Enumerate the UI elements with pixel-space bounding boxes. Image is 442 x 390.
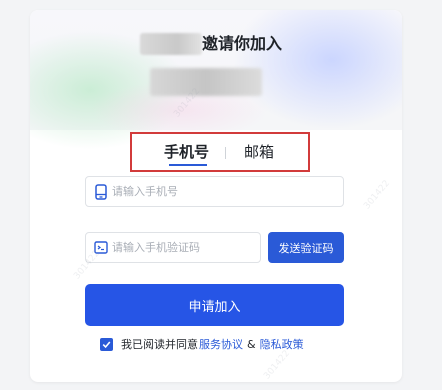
invite-title: 邀请你加入 xyxy=(202,34,283,53)
active-tab-indicator xyxy=(169,164,207,166)
watermark: 301422 xyxy=(262,348,293,382)
terms-of-service-link[interactable]: 服务协议 xyxy=(199,336,243,352)
tab-divider xyxy=(225,147,226,159)
login-method-tabs: 手机号 邮箱 xyxy=(130,132,310,172)
message-code-icon xyxy=(94,240,108,256)
verification-code-input[interactable] xyxy=(112,233,252,262)
apply-join-button[interactable]: 申请加入 xyxy=(85,284,344,326)
phone-input[interactable] xyxy=(112,177,332,206)
tab-email[interactable]: 邮箱 xyxy=(244,142,274,162)
send-code-button[interactable]: 发送验证码 xyxy=(268,232,344,263)
phone-icon xyxy=(94,184,108,200)
check-icon xyxy=(102,340,111,348)
redacted-inviter-name xyxy=(140,33,202,55)
agreement-ampersand: & xyxy=(247,337,256,351)
tab-phone[interactable]: 手机号 xyxy=(164,142,209,162)
verification-code-field[interactable] xyxy=(85,232,261,263)
agreement-checkbox[interactable] xyxy=(100,337,113,351)
watermark: 301422 xyxy=(362,178,393,212)
phone-field[interactable] xyxy=(85,176,344,207)
agreement-text: 我已阅读并同意 xyxy=(121,338,198,351)
invite-card: 邀请你加入 手机号 邮箱 发送验证码 申请加入 xyxy=(30,10,402,382)
privacy-policy-link[interactable]: 隐私政策 xyxy=(260,336,304,352)
redacted-team-name xyxy=(150,68,262,96)
agreement-row: 我已阅读并同意 服务协议 & 隐私政策 xyxy=(100,336,304,352)
